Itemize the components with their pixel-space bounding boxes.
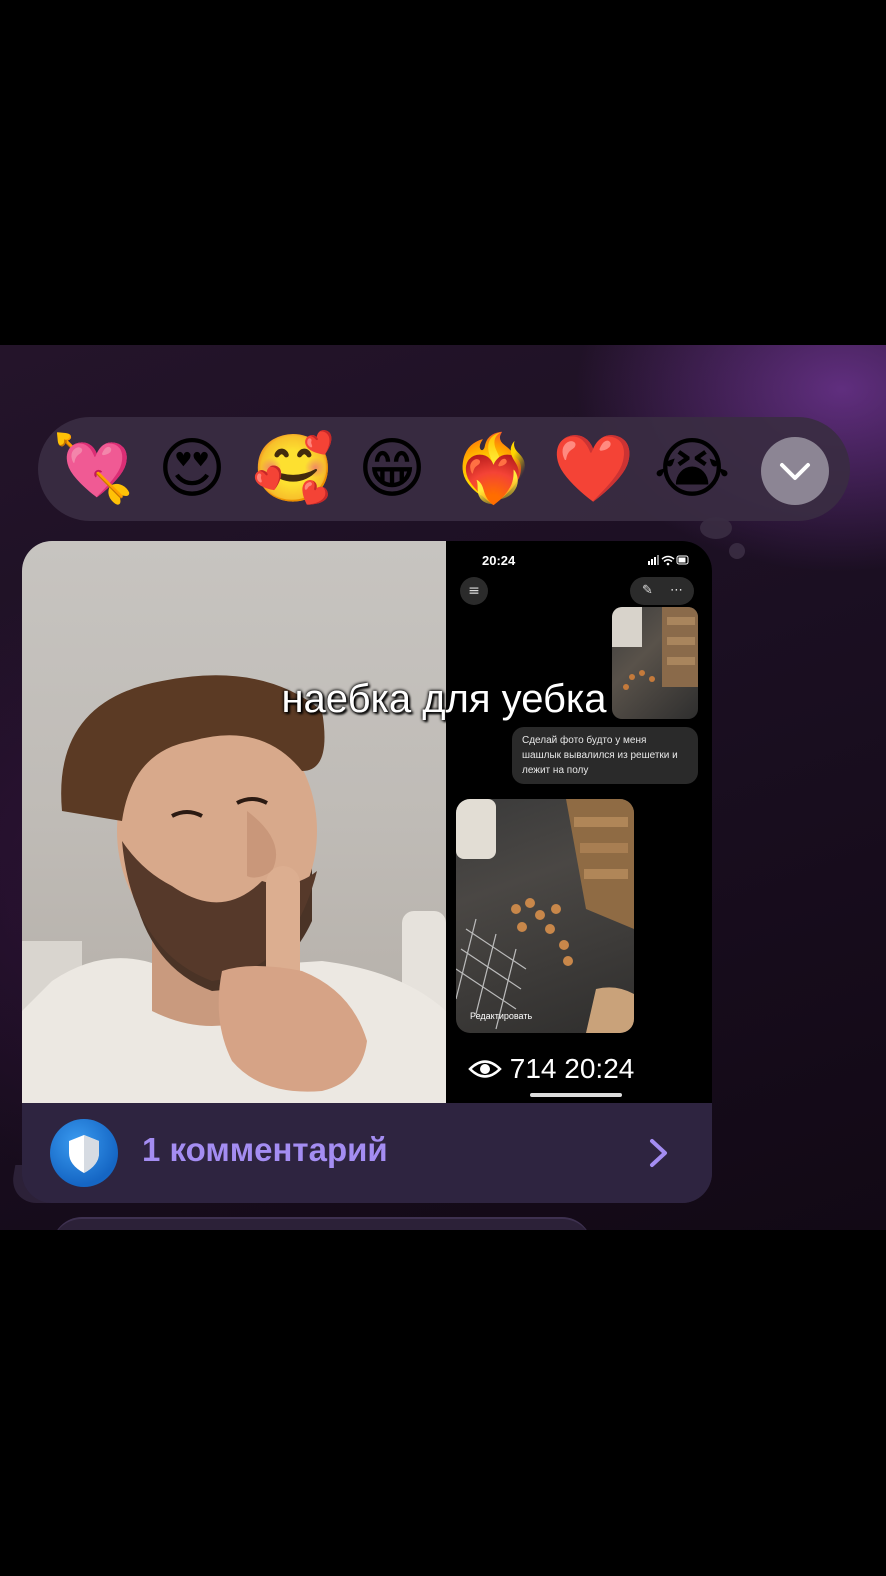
edit-icon: ✎ bbox=[642, 583, 653, 598]
chevron-down-icon bbox=[780, 463, 810, 480]
post-meta: 714 20:24 bbox=[468, 1051, 688, 1087]
reaction-heart-eyes[interactable]: 😍 bbox=[152, 429, 232, 509]
post-time: 20:24 bbox=[564, 1053, 635, 1084]
reaction-smiling-hearts[interactable]: 🥰 bbox=[252, 429, 334, 509]
reaction-red-heart[interactable]: ❤️ bbox=[552, 429, 634, 509]
more-reactions-button[interactable] bbox=[761, 437, 829, 505]
phone-edit-label: Редактировать bbox=[470, 1011, 533, 1021]
phone-home-indicator bbox=[530, 1093, 622, 1097]
reaction-heart-on-fire[interactable]: ❤️‍🔥 bbox=[452, 429, 534, 509]
person-illustration bbox=[22, 675, 446, 1103]
phone-status-icons bbox=[648, 554, 690, 569]
phone-generated-image: Редактировать bbox=[456, 799, 634, 1033]
reaction-loudly-crying[interactable]: 😭 bbox=[652, 429, 732, 509]
view-count: 714 bbox=[509, 1053, 557, 1084]
chat-background: 💘 😍 🥰 😁 ❤️‍🔥 ❤️ 😭 bbox=[0, 345, 886, 1230]
eye-icon bbox=[468, 1060, 502, 1078]
next-message-bubble bbox=[52, 1217, 592, 1230]
commenter-avatar bbox=[50, 1119, 118, 1187]
post-video[interactable]: 20:24 ≡ ✎ ⋯ Сделай фото будто у меня шаш… bbox=[22, 541, 712, 1103]
reaction-bar: 💘 😍 🥰 😁 ❤️‍🔥 ❤️ 😭 bbox=[38, 417, 850, 521]
video-caption: наебка для уебка bbox=[281, 677, 607, 721]
shield-icon bbox=[69, 1135, 99, 1173]
person-photo bbox=[22, 541, 446, 1103]
phone-user-message: Сделай фото будто у меня шашлык вывалилс… bbox=[512, 727, 698, 784]
reaction-grin[interactable]: 😁 bbox=[352, 429, 432, 509]
reaction-bar-tail-dot bbox=[729, 543, 745, 559]
channel-post-bubble[interactable]: 20:24 ≡ ✎ ⋯ Сделай фото будто у меня шаш… bbox=[22, 541, 712, 1203]
more-icon: ⋯ bbox=[670, 583, 683, 598]
phone-toolbar: ✎ ⋯ bbox=[630, 577, 694, 605]
phone-menu-icon: ≡ bbox=[460, 577, 488, 605]
comments-count-label: 1 комментарий bbox=[142, 1131, 388, 1168]
phone-screenshot: 20:24 ≡ ✎ ⋯ Сделай фото будто у меня шаш… bbox=[446, 541, 712, 1103]
status-bar-icons bbox=[648, 555, 689, 566]
comments-button[interactable]: 1 комментарий bbox=[22, 1103, 712, 1203]
reaction-cupid-heart[interactable]: 💘 bbox=[52, 429, 134, 509]
chevron-right-icon bbox=[650, 1139, 667, 1167]
reaction-bar-tail bbox=[700, 517, 732, 539]
phone-clock: 20:24 bbox=[482, 553, 516, 568]
